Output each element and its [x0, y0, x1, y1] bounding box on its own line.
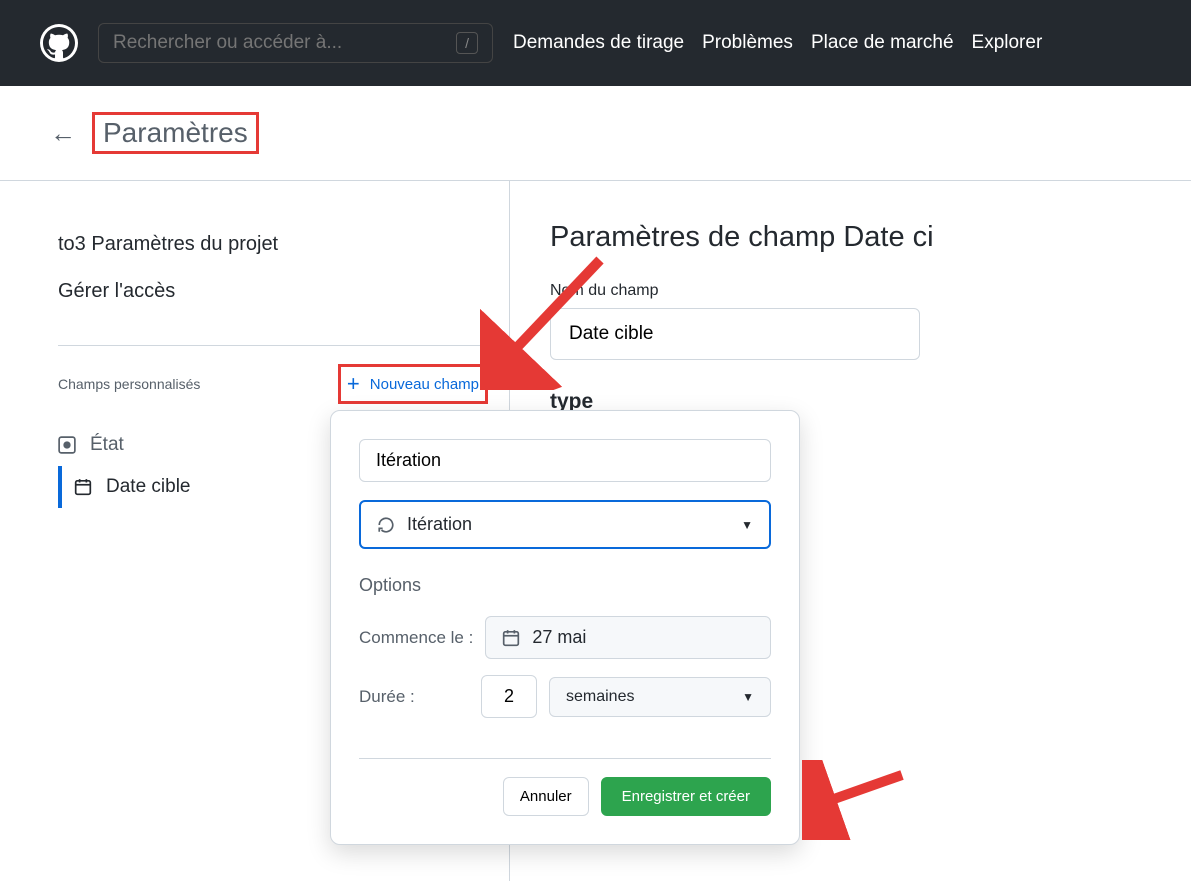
starts-row: Commence le : 27 mai — [359, 616, 771, 659]
sidebar-project-settings[interactable]: to3 Paramètres du projet — [58, 221, 509, 268]
modal-name-input[interactable] — [359, 439, 771, 482]
field-label: Date cible — [106, 476, 191, 498]
nav-links: Demandes de tirage Problèmes Place de ma… — [513, 32, 1042, 54]
duration-input[interactable] — [481, 675, 537, 718]
new-field-modal: Itération ▼ Options Commence le : 27 mai… — [330, 410, 800, 845]
github-logo[interactable] — [40, 24, 78, 62]
modal-footer: Annuler Enregistrer et créer — [359, 758, 771, 816]
plus-icon: + — [347, 371, 360, 397]
caret-down-icon: ▼ — [741, 518, 753, 532]
duration-row: Durée : semaines ▼ — [359, 675, 771, 718]
top-header: / Demandes de tirage Problèmes Place de … — [0, 0, 1191, 86]
start-date-picker[interactable]: 27 mai — [485, 616, 771, 659]
search-box[interactable]: / — [98, 23, 493, 63]
new-field-button[interactable]: + Nouveau champ — [338, 364, 488, 404]
duration-unit-select[interactable]: semaines ▼ — [549, 677, 771, 717]
sidebar-manage-access[interactable]: Gérer l'accès — [58, 268, 509, 315]
status-icon — [58, 436, 76, 454]
search-input[interactable] — [113, 32, 456, 54]
page-header: ← Paramètres — [0, 86, 1191, 181]
nav-marketplace[interactable]: Place de marché — [811, 32, 954, 54]
nav-issues[interactable]: Problèmes — [702, 32, 793, 54]
field-type-dropdown[interactable]: Itération ▼ — [359, 500, 771, 549]
panel-title: Paramètres de champ Date ci — [550, 221, 1191, 254]
nav-pull-requests[interactable]: Demandes de tirage — [513, 32, 684, 54]
custom-fields-label: Champs personnalisés — [58, 376, 200, 392]
new-field-label: Nouveau champ — [370, 376, 479, 393]
start-date-value: 27 mai — [532, 627, 586, 648]
dropdown-value: Itération — [407, 514, 472, 535]
back-arrow-icon[interactable]: ← — [50, 118, 76, 149]
page-title: Paramètres — [92, 112, 259, 154]
starts-label: Commence le : — [359, 628, 473, 648]
field-name-input[interactable] — [550, 308, 920, 360]
slash-shortcut: / — [456, 32, 478, 54]
iteration-icon — [377, 516, 395, 534]
cancel-button[interactable]: Annuler — [503, 777, 589, 816]
calendar-icon — [502, 629, 520, 647]
calendar-icon — [74, 478, 92, 496]
github-icon — [43, 27, 75, 59]
nav-explore[interactable]: Explorer — [972, 32, 1043, 54]
duration-unit-value: semaines — [566, 688, 634, 706]
custom-fields-section: Champs personnalisés + Nouveau champ — [58, 345, 488, 404]
options-label: Options — [359, 575, 771, 596]
duration-label: Durée : — [359, 687, 469, 707]
caret-down-icon: ▼ — [742, 690, 754, 704]
save-create-button[interactable]: Enregistrer et créer — [601, 777, 771, 816]
field-label: État — [90, 434, 124, 456]
field-name-label: Nom du champ — [550, 282, 1191, 300]
